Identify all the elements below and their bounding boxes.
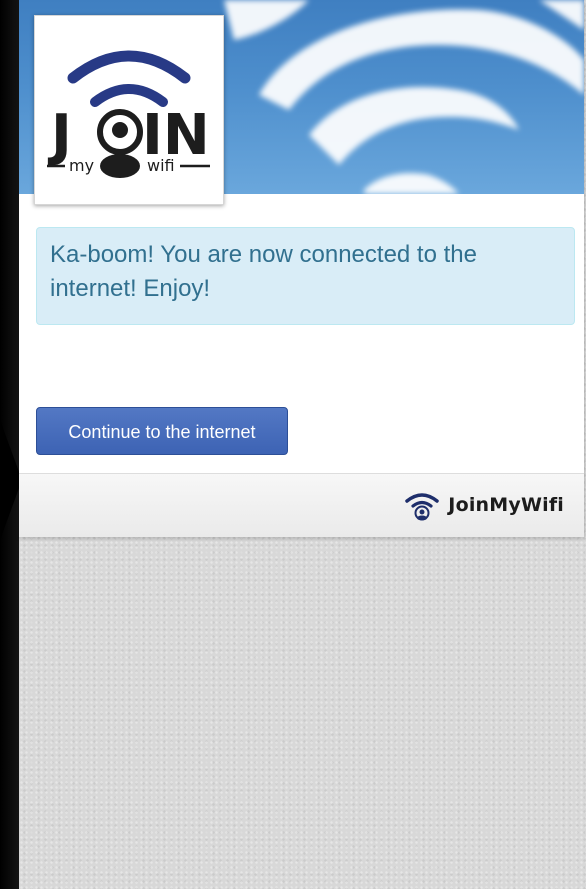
logo-tag-wifi: wifi	[147, 156, 175, 175]
continue-button[interactable]: Continue to the internet	[36, 407, 288, 455]
footer-bar: JoinMyWifi	[19, 473, 584, 537]
wifi-icon	[67, 50, 191, 107]
logo-graphic: J IN my wifi	[47, 50, 210, 178]
footer-brand-name: JoinMyWifi	[448, 494, 564, 516]
wifi-icon	[405, 493, 440, 521]
alert-message: Ka-boom! You are now connected to the in…	[50, 241, 477, 302]
footer-brand-link[interactable]: JoinMyWifi	[404, 486, 564, 524]
logo-tag-my: my	[69, 156, 94, 175]
phone-screen: J IN my wifi Ka-boom! You are now connec…	[19, 0, 586, 889]
join-my-wifi-logo: J IN my wifi	[34, 15, 224, 205]
user-icon	[414, 505, 430, 521]
portal-card: J IN my wifi Ka-boom! You are now connec…	[19, 0, 584, 537]
user-icon	[97, 109, 143, 178]
connected-alert: Ka-boom! You are now connected to the in…	[36, 227, 575, 325]
